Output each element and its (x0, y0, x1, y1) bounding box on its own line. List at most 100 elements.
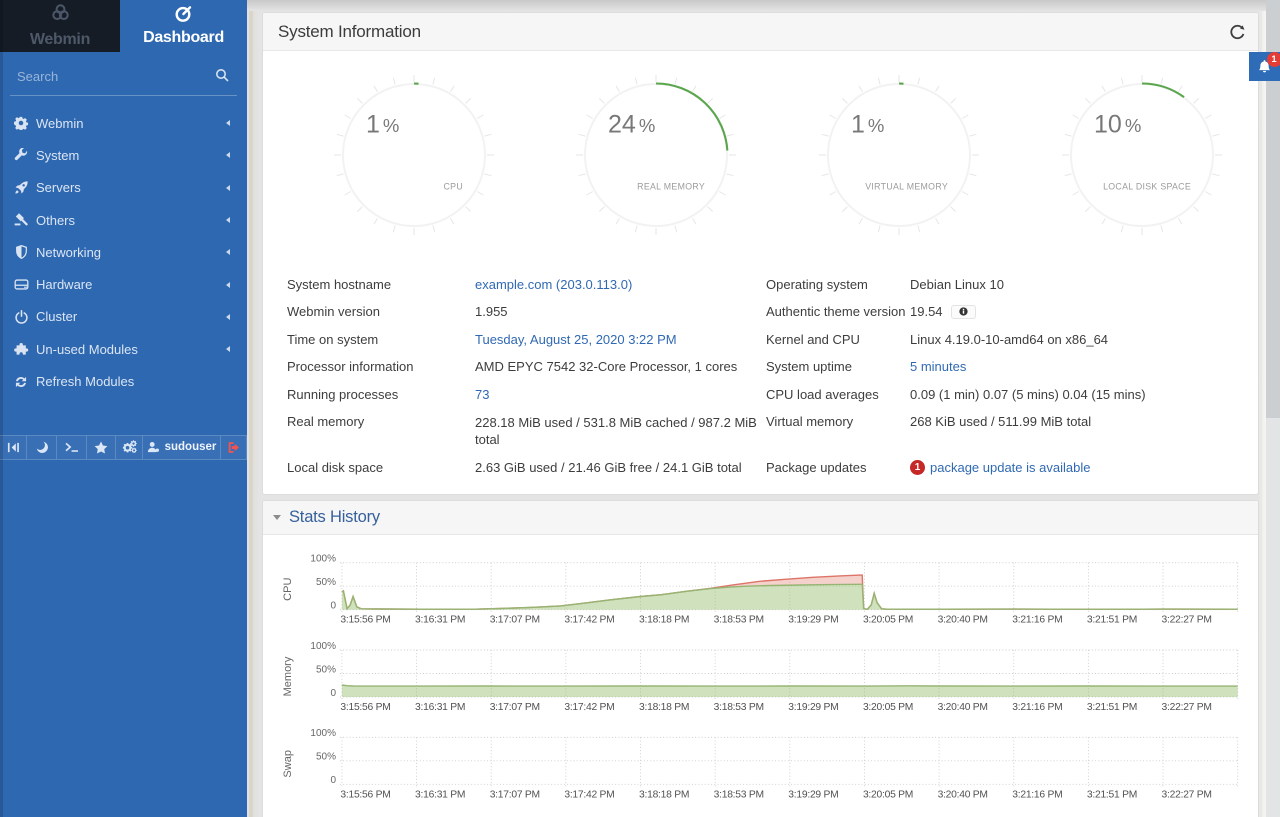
wrench-icon (13, 147, 29, 163)
main-content: 1 System Information 1% CPU 24% REAL MEM… (247, 0, 1280, 817)
sidebar-search (10, 58, 237, 96)
sidebar-item-servers[interactable]: Servers (0, 172, 247, 204)
gauge-real-memory: 24% REAL MEMORY (571, 70, 741, 240)
info-value: 268 KiB used / 511.99 MiB total (910, 408, 1247, 454)
sidebar-item-refresh-modules[interactable]: Refresh Modules (0, 365, 247, 397)
series-mem-used-line (342, 685, 1238, 686)
info-label-text: Webmin version (287, 304, 380, 319)
info-label: Authentic theme version (766, 298, 910, 326)
rocket-icon (13, 180, 29, 196)
package-updates-link[interactable]: package update is available (930, 460, 1090, 475)
info-label-text: Authentic theme version (766, 304, 905, 319)
system-information-panel: System Information 1% CPU 24% REAL MEMOR… (262, 12, 1259, 495)
hdd-icon (13, 277, 29, 293)
sidebar-item-cluster[interactable]: Cluster (0, 301, 247, 333)
content-gutter-right (1259, 0, 1266, 817)
tab-dashboard[interactable]: Dashboard (120, 0, 247, 52)
x-axis-label: 3:18:53 PM (714, 615, 764, 626)
info-label: Package updates (766, 454, 910, 482)
sidebar-menu: Webmin SystemServersOthersNetworking Hardw… (0, 107, 247, 398)
user-menu-button[interactable]: sudouser (143, 436, 221, 459)
icon (14, 180, 29, 195)
refresh-icon[interactable] (1228, 22, 1247, 41)
info-label: Time on system (287, 326, 475, 354)
gauge-label: REAL MEMORY (637, 182, 705, 192)
info-value: 228.18 MiB used / 531.8 MiB cached / 987… (475, 408, 761, 436)
favorites-button[interactable] (87, 436, 116, 459)
x-axis-label: 3:17:07 PM (490, 789, 540, 800)
info-value: 73 (475, 381, 766, 409)
info-value: 2.63 GiB used / 21.46 GiB free / 24.1 Gi… (475, 454, 766, 482)
shield-icon (13, 244, 29, 260)
info-value: 1.955 (475, 298, 766, 326)
info-value-text: 268 KiB used / 511.99 MiB total (910, 414, 1091, 429)
x-axis-label: 3:21:16 PM (1012, 615, 1062, 626)
icon (215, 68, 229, 82)
info-label-text: Kernel and CPU (766, 332, 860, 347)
x-axis-label: 3:17:42 PM (564, 789, 614, 800)
x-axis-label: 3:20:05 PM (863, 615, 913, 626)
power-icon (13, 309, 29, 325)
caret-left-icon (226, 314, 230, 320)
webmin-logo-icon (50, 2, 71, 28)
info-value-text: AMD EPYC 7542 32-Core Processor, 1 cores (475, 359, 737, 374)
series-cpu-user-area (342, 584, 1238, 609)
x-axis-label: 3:18:18 PM (639, 702, 689, 713)
collapse-sidebar-button[interactable] (0, 436, 27, 459)
icon (14, 148, 28, 162)
info-link[interactable]: example.com (203.0.113.0) (475, 277, 632, 292)
info-label-text: Package updates (766, 460, 866, 475)
sidebar-item-others[interactable]: Others (0, 204, 247, 236)
settings-button[interactable] (116, 436, 143, 459)
sidebar-item-label: Webmin (36, 116, 83, 131)
info-label-text: CPU load averages (766, 387, 879, 402)
x-axis-label: 3:22:27 PM (1162, 702, 1212, 713)
info-value: 0.09 (1 min) 0.07 (5 mins) 0.04 (15 mins… (910, 381, 1247, 409)
tab-webmin[interactable]: Webmin (0, 0, 120, 52)
theme-info-button[interactable] (951, 305, 976, 320)
sidebar-item-system[interactable]: System (0, 139, 247, 171)
info-value: 5 minutes (910, 353, 1247, 381)
icon (1228, 22, 1247, 41)
gauge-label: LOCAL DISK SPACE (1103, 182, 1191, 192)
icon (122, 440, 137, 454)
x-axis-label: 3:19:29 PM (788, 789, 838, 800)
logout-button[interactable] (221, 436, 247, 459)
info-value-text: Linux 4.19.0-10-amd64 on x86_64 (910, 332, 1108, 347)
gauge-virtual-memory: 1% VIRTUAL MEMORY (814, 70, 984, 240)
system-information-title: System Information (278, 22, 421, 42)
collapse-icon[interactable] (273, 515, 281, 520)
info-label: CPU load averages (766, 381, 910, 409)
notifications-bell-button[interactable]: 1 (1249, 52, 1280, 81)
sidebar-item-webmin[interactable]: Webmin (0, 107, 247, 139)
search-input[interactable] (10, 58, 237, 95)
sidebar-item-label: Hardware (36, 277, 92, 292)
info-label-text: System hostname (287, 277, 391, 292)
x-axis-label: 3:16:31 PM (415, 789, 465, 800)
info-value: 19.54 (910, 298, 1247, 326)
night-mode-button[interactable] (27, 436, 57, 459)
x-axis-label: 3:17:42 PM (564, 702, 614, 713)
x-axis-label: 3:20:40 PM (938, 615, 988, 626)
info-link[interactable]: Tuesday, August 25, 2020 3:22 PM (475, 332, 677, 347)
icon: 1% VIRTUAL MEMORY (814, 70, 984, 240)
icon (14, 213, 28, 227)
sidebar-item-un-used-modules[interactable]: Un-used Modules (0, 333, 247, 365)
x-axis-label: 3:19:29 PM (788, 702, 838, 713)
refresh-icon (13, 374, 29, 390)
info-link[interactable]: 5 minutes (910, 359, 966, 374)
x-axis-label: 3:15:56 PM (340, 615, 390, 626)
page-scrollbar[interactable] (1266, 0, 1280, 817)
info-value-text: 2.63 GiB used / 21.46 GiB free / 24.1 Gi… (475, 460, 742, 475)
info-link[interactable]: 73 (475, 387, 489, 402)
sidebar-item-networking[interactable]: Networking (0, 236, 247, 268)
terminal-button[interactable] (57, 436, 87, 459)
top-shadow (247, 0, 1280, 11)
search-icon[interactable] (215, 68, 229, 87)
info-value: example.com (203.0.113.0) (475, 271, 766, 299)
stats-history-title: Stats History (289, 508, 380, 527)
gauge-label: CPU (443, 182, 462, 192)
system-information-header: System Information (263, 13, 1258, 51)
caret-left-icon (226, 249, 230, 255)
sidebar-item-hardware[interactable]: Hardware (0, 268, 247, 300)
